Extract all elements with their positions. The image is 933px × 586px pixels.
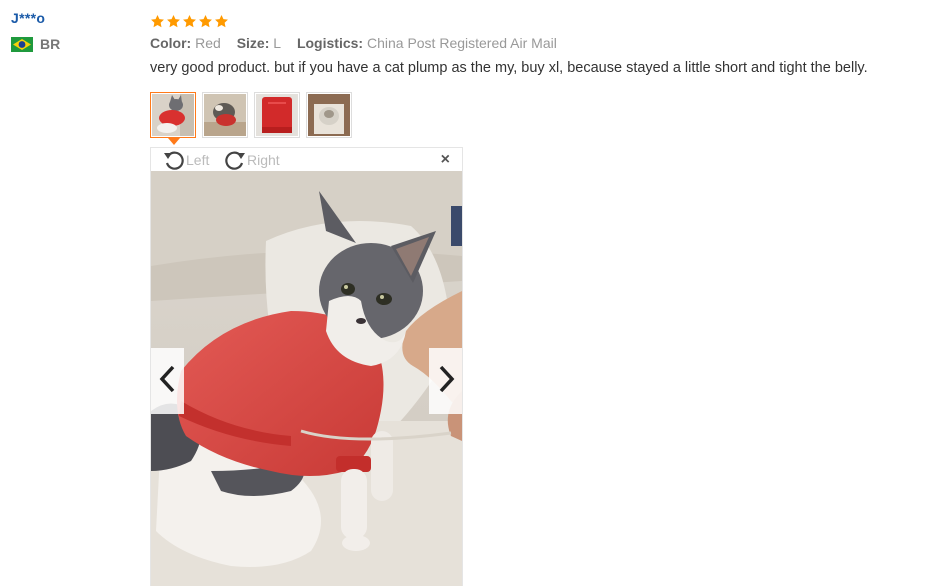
close-viewer-button[interactable]: × [441, 151, 450, 169]
rotate-left-button[interactable]: Left [162, 149, 209, 171]
star-icon [215, 14, 228, 27]
attr-size: Size: L [237, 35, 281, 51]
photo-viewer: Left Right × [150, 147, 463, 586]
thumbnail-4[interactable] [306, 92, 352, 138]
rotate-left-label: Left [186, 152, 210, 168]
thumbnail-1[interactable] [150, 92, 196, 145]
previous-photo-button[interactable] [151, 348, 184, 414]
star-icon [183, 14, 196, 27]
reviewer-country: BR [11, 36, 60, 52]
brazil-flag-icon [11, 36, 33, 52]
attr-logistics-value: China Post Registered Air Mail [366, 35, 557, 51]
chevron-right-icon [436, 364, 456, 399]
attr-logistics: Logistics: China Post Registered Air Mai… [297, 35, 557, 51]
thumbnail-3[interactable] [254, 92, 300, 138]
rotate-right-label: Right [247, 152, 280, 168]
reviewer-info: J***o BR [11, 10, 60, 52]
attr-size-value: L [273, 35, 282, 51]
reviewer-name[interactable]: J***o [11, 10, 60, 26]
attr-color-value: Red [195, 35, 221, 51]
star-icon [199, 14, 212, 27]
review-text: very good product. but if you have a cat… [150, 60, 868, 76]
star-icon [167, 14, 180, 27]
viewer-toolbar: Left Right × [151, 148, 462, 171]
thumbnail-2[interactable] [202, 92, 248, 138]
cat-in-red-sweater-thumbnail [152, 94, 194, 136]
attr-size-key: Size: [236, 35, 270, 51]
country-code: BR [40, 36, 61, 52]
star-rating [150, 10, 925, 32]
star-icon [151, 14, 164, 27]
active-thumbnail-pointer [168, 138, 180, 145]
rotate-right-button[interactable]: Right [223, 149, 280, 171]
review-photo-thumbnails [150, 92, 358, 145]
rotate-left-icon [162, 149, 186, 171]
red-sweater-thumbnail [256, 94, 298, 136]
next-photo-button[interactable] [429, 348, 462, 414]
cat-on-blanket-thumbnail [204, 94, 246, 136]
order-attributes: Color: Red Size: L Logistics: China Post… [150, 35, 925, 51]
attr-color: Color: Red [150, 35, 221, 51]
attr-logistics-key: Logistics: [296, 35, 364, 51]
cat-on-bed-thumbnail [308, 94, 350, 136]
chevron-left-icon [158, 364, 178, 399]
review-content: Color: Red Size: L Logistics: China Post… [150, 10, 925, 76]
rotate-right-icon [223, 149, 247, 171]
attr-color-key: Color: [150, 35, 192, 51]
cat-in-red-sweater-photo [151, 171, 462, 586]
